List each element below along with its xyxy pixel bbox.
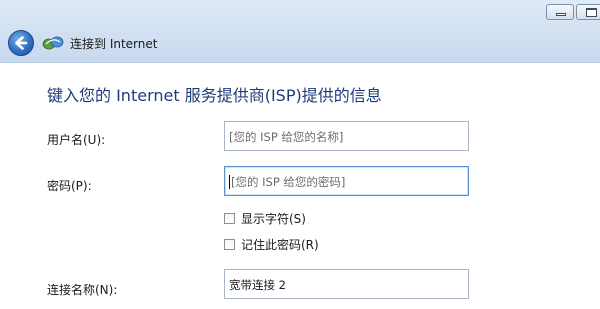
username-label: 用户名(U): <box>47 133 106 147</box>
password-label: 密码(P): <box>47 179 92 193</box>
password-input[interactable]: [您的 ISP 给您的密码] <box>224 166 469 196</box>
network-connection-icon <box>42 34 64 52</box>
show-chars-checkbox[interactable] <box>224 213 235 224</box>
back-button[interactable] <box>8 30 34 56</box>
show-chars-label: 显示字符(S) <box>241 212 306 226</box>
connect-to-internet-window: 连接到 Internet 键入您的 Internet 服务提供商(ISP)提供的… <box>0 0 600 309</box>
password-placeholder: [您的 ISP 给您的密码] <box>231 175 346 189</box>
connection-name-value: 宽带连接 2 <box>229 278 286 292</box>
maximize-button[interactable] <box>576 4 600 20</box>
connection-name-label: 连接名称(N): <box>47 283 118 297</box>
window-title: 连接到 Internet <box>70 37 158 51</box>
minimize-icon <box>556 13 566 16</box>
back-arrow-icon <box>15 36 28 50</box>
maximize-icon <box>586 8 597 17</box>
remember-password-checkbox[interactable] <box>224 239 235 250</box>
page-heading: 键入您的 Internet 服务提供商(ISP)提供的信息 <box>47 86 382 105</box>
connection-name-input[interactable]: 宽带连接 2 <box>224 269 469 299</box>
window-chrome: 连接到 Internet <box>0 0 600 63</box>
minimize-button[interactable] <box>546 4 574 20</box>
username-placeholder: [您的 ISP 给您的名称] <box>229 130 344 144</box>
text-caret <box>229 175 230 189</box>
show-chars-option[interactable]: 显示字符(S) <box>224 210 306 226</box>
remember-password-label: 记住此密码(R) <box>241 238 319 252</box>
remember-password-option[interactable]: 记住此密码(R) <box>224 236 319 252</box>
username-input[interactable]: [您的 ISP 给您的名称] <box>224 121 469 151</box>
